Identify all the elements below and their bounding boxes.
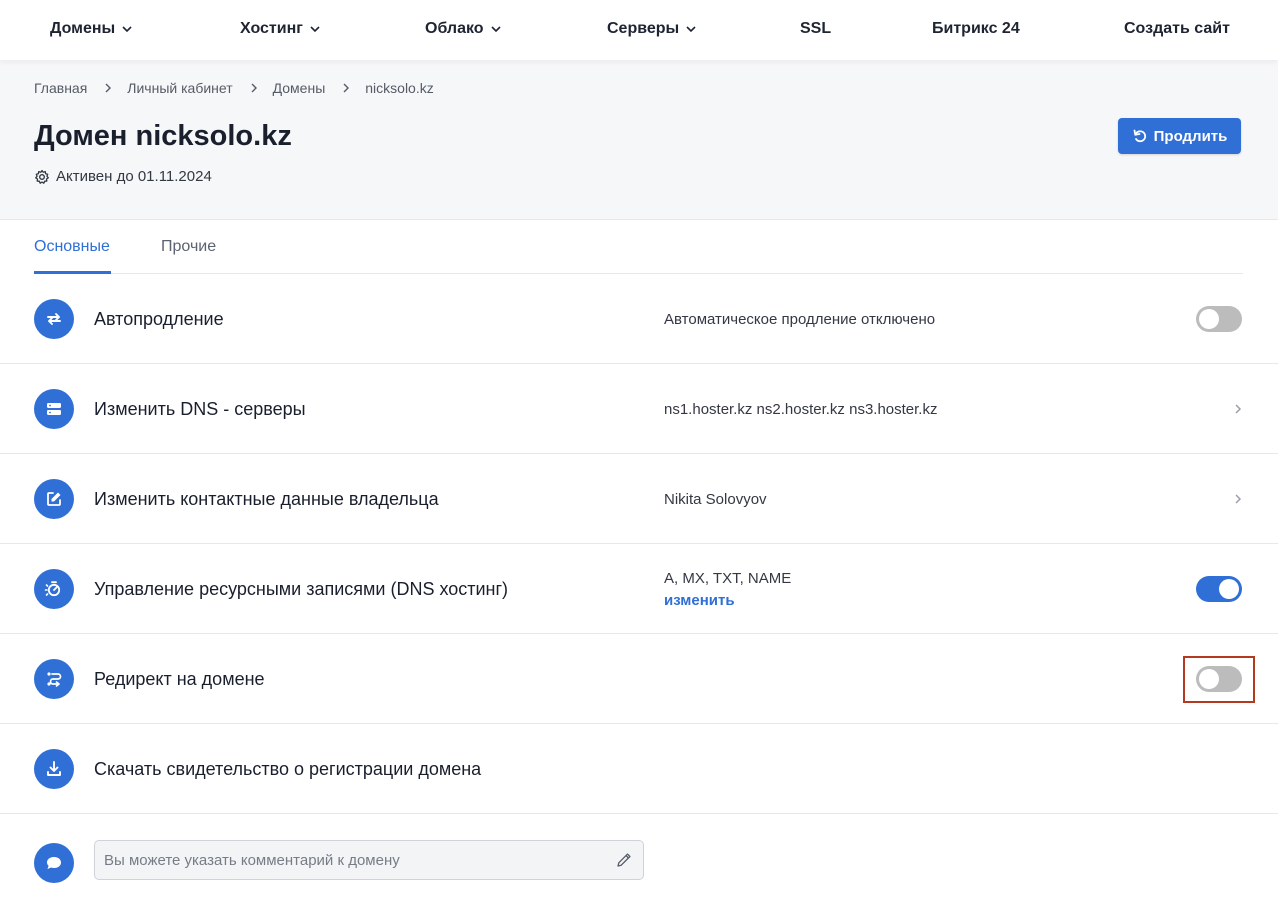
dns-hosting-icon <box>34 569 74 609</box>
edit-icon <box>34 479 74 519</box>
edit-records-link[interactable]: изменить <box>664 592 735 609</box>
renew-button-label: Продлить <box>1153 127 1228 145</box>
download-icon <box>34 749 74 789</box>
breadcrumb-home[interactable]: Главная <box>34 80 87 96</box>
nav-item-label: Серверы <box>607 20 680 37</box>
highlight-box <box>1183 656 1255 703</box>
autorenew-status: Автоматическое продление отключено <box>664 311 936 328</box>
refresh-arrows-icon <box>34 299 74 339</box>
chevron-down-icon <box>686 26 696 33</box>
row-label: Автопродление <box>94 309 224 329</box>
row-label: Управление ресурсными записями (DNS хост… <box>94 579 509 599</box>
nav-item-bitrix24[interactable]: Битрикс 24 <box>932 20 1020 38</box>
nav-item-label: Облако <box>425 20 484 37</box>
domain-status: Активен до 01.11.2024 <box>34 168 212 185</box>
nav-item-servers[interactable]: Серверы <box>607 20 697 38</box>
tab-main[interactable]: Основные <box>34 238 110 256</box>
chevron-down-icon <box>122 26 132 33</box>
row-label: Изменить контактные данные владельца <box>94 489 439 509</box>
nav-item-hosting[interactable]: Хостинг <box>240 20 321 38</box>
chat-bubble-icon <box>34 843 74 883</box>
tab-other[interactable]: Прочие <box>161 238 216 256</box>
row-download-certificate[interactable]: Скачать свидетельство о регистрации доме… <box>0 724 1278 814</box>
pencil-icon[interactable] <box>615 851 633 869</box>
gear-icon <box>35 169 49 184</box>
row-autorenew: Автопродление Автоматическое продление о… <box>0 274 1278 364</box>
nav-item-domains[interactable]: Домены <box>50 20 133 38</box>
tab-bar: Основные Прочие <box>34 220 1243 274</box>
breadcrumb-current: nicksolo.kz <box>365 80 434 96</box>
comment-field <box>94 840 644 880</box>
row-label: Изменить DNS - серверы <box>94 399 306 419</box>
nav-item-ssl[interactable]: SSL <box>800 20 831 38</box>
chevron-down-icon <box>310 26 320 33</box>
row-label: Редирект на домене <box>94 669 265 689</box>
redirect-icon <box>34 659 74 699</box>
dns-record-types: A, MX, TXT, NAME <box>664 570 792 587</box>
nav-item-label: SSL <box>800 20 832 37</box>
dns-servers-value: ns1.hoster.kz ns2.hoster.kz ns3.hoster.k… <box>664 401 938 418</box>
page-title: Домен nicksolo.kz <box>34 120 292 152</box>
row-dns-hosting: Управление ресурсными записями (DNS хост… <box>0 544 1278 634</box>
chevron-right-icon <box>343 83 350 93</box>
toggle-knob <box>1219 579 1239 599</box>
chevron-down-icon <box>490 26 501 33</box>
nav-item-label: Создать сайт <box>1124 20 1230 37</box>
row-dns-servers[interactable]: Изменить DNS - серверы ns1.hoster.kz ns2… <box>0 364 1278 454</box>
breadcrumb: Главная Личный кабинет Домены nicksolo.k… <box>34 80 434 96</box>
row-owner-contacts[interactable]: Изменить контактные данные владельца Nik… <box>0 454 1278 544</box>
dns-hosting-toggle[interactable] <box>1196 576 1242 602</box>
toggle-knob <box>1199 309 1219 329</box>
chevron-right-icon <box>251 83 257 93</box>
nav-item-label: Битрикс 24 <box>932 20 1020 37</box>
row-label[interactable]: Скачать свидетельство о регистрации доме… <box>94 759 481 780</box>
server-icon <box>34 389 74 429</box>
chevron-right-icon[interactable] <box>1232 402 1244 416</box>
nav-item-label: Хостинг <box>240 20 303 37</box>
owner-name: Nikita Solovyov <box>664 491 767 508</box>
nav-item-label: Домены <box>50 20 116 37</box>
comment-input[interactable] <box>95 841 643 879</box>
page-header: Главная Личный кабинет Домены nicksolo.k… <box>0 60 1278 220</box>
row-redirect: Редирект на домене <box>0 634 1278 724</box>
renew-button[interactable]: Продлить <box>1118 118 1241 154</box>
breadcrumb-domains[interactable]: Домены <box>273 80 326 96</box>
chevron-right-icon <box>105 83 112 93</box>
nav-item-cloud[interactable]: Облако <box>425 20 502 38</box>
status-text: Активен до 01.11.2024 <box>56 168 212 185</box>
autorenew-toggle[interactable] <box>1196 306 1242 332</box>
nav-item-create-site[interactable]: Создать сайт <box>1124 20 1230 38</box>
undo-arrow-icon <box>1133 129 1146 143</box>
breadcrumb-account[interactable]: Личный кабинет <box>127 80 232 96</box>
chevron-right-icon[interactable] <box>1232 492 1244 506</box>
top-navigation: Домены Хостинг Облако Серверы SSL Битрик… <box>0 0 1278 60</box>
